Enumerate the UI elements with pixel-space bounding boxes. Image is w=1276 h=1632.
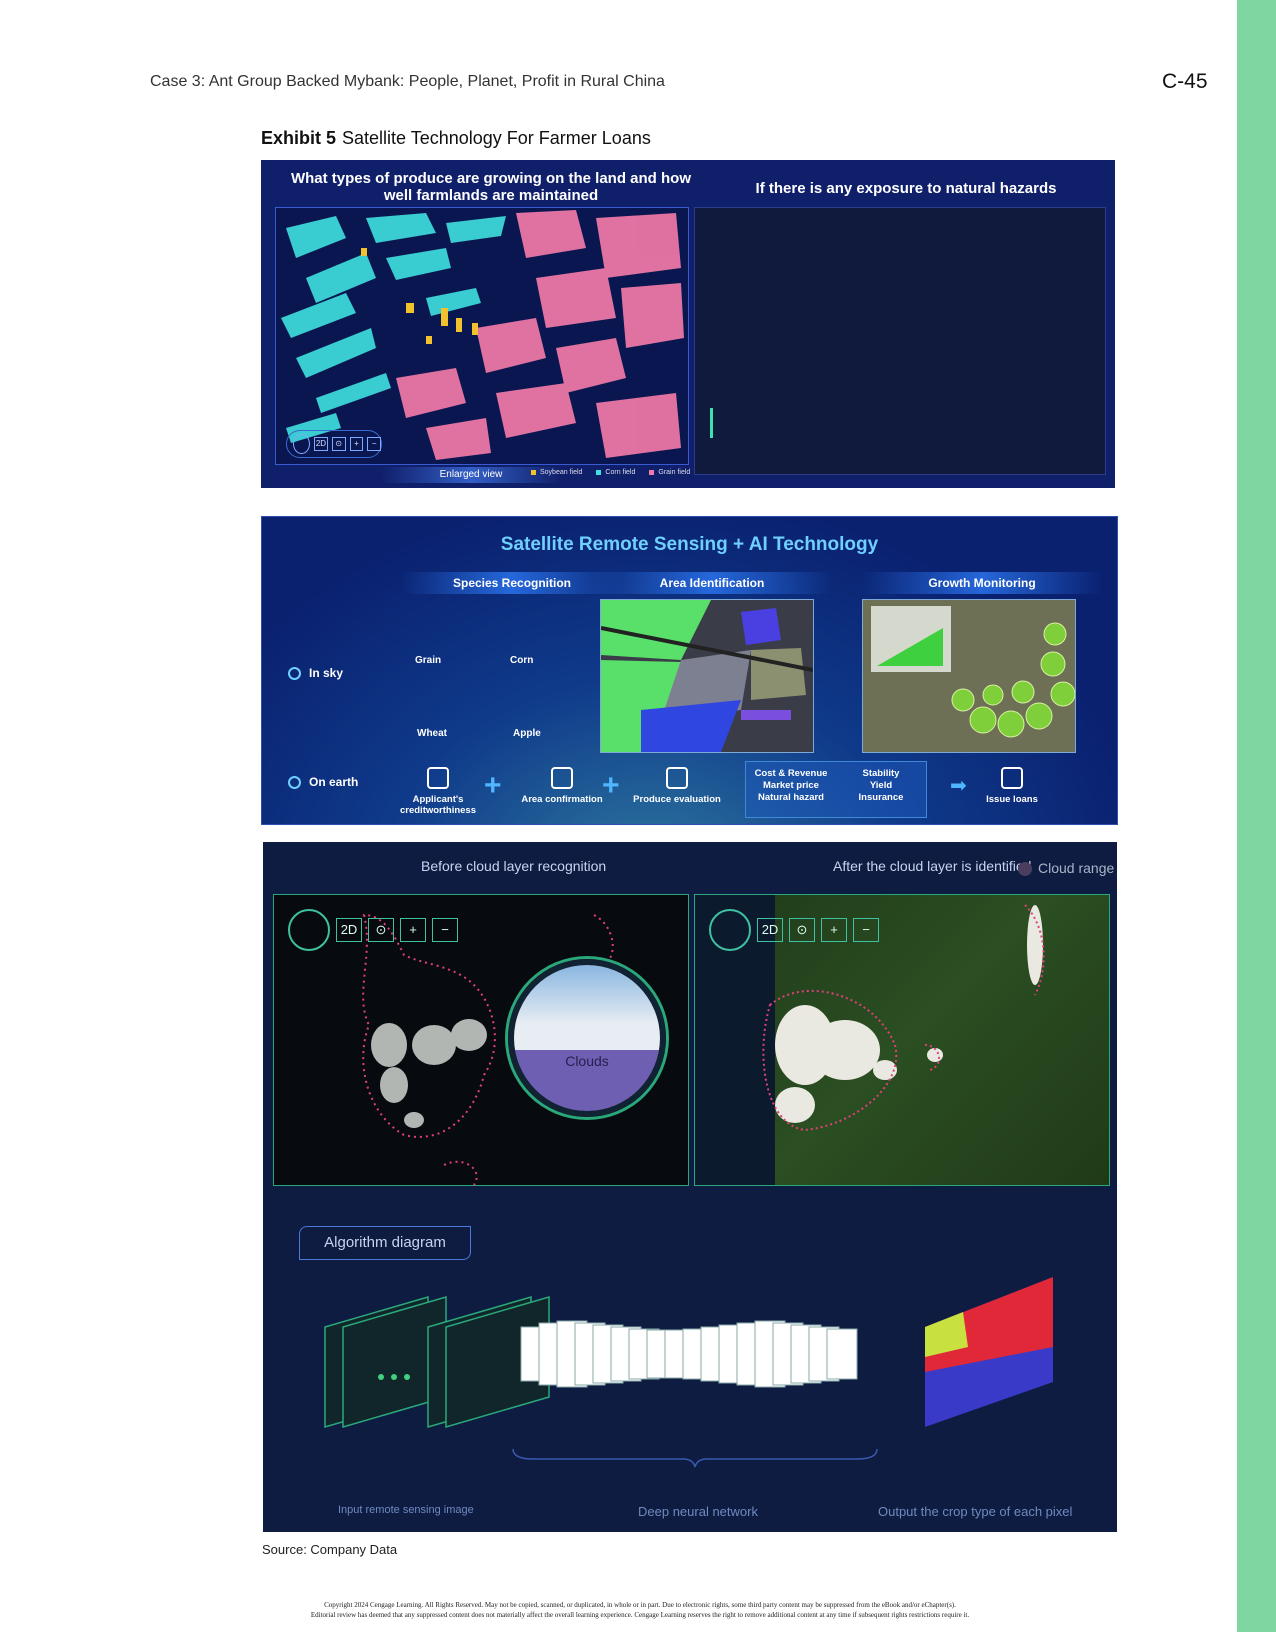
hazard-view-marker (710, 408, 713, 438)
clouds-photo (514, 965, 660, 1050)
step-creditworthiness: Applicant's creditworthiness (390, 767, 486, 816)
map-controls[interactable]: 2D ⊙ + − (288, 909, 458, 951)
row-in-sky: In sky (288, 666, 343, 681)
crop-map-panel: What types of produce are growing on the… (261, 160, 1115, 488)
exhibit-title: Exhibit 5 Satellite Technology For Farmer… (261, 128, 651, 149)
copyright-line-2: Editorial review has deemed that any sup… (310, 1611, 970, 1619)
location-pin-icon (288, 776, 301, 790)
exhibit-caption: Satellite Technology For Farmer Loans (342, 128, 651, 148)
cloud-range-legend: Cloud range (1018, 860, 1114, 877)
compass-icon[interactable] (288, 909, 330, 951)
compass-icon[interactable] (293, 434, 311, 454)
remote-sensing-panel: Satellite Remote Sensing + AI Technology… (261, 516, 1118, 825)
location-pin-icon (288, 667, 301, 681)
neural-network-diagram (324, 1277, 1053, 1468)
map-zoom-out-button[interactable]: − (853, 918, 879, 942)
output-label: Output the crop type of each pixel (878, 1504, 1073, 1519)
map-controls[interactable]: 2D ⊙ + − (709, 909, 879, 951)
map-2d-button[interactable]: 2D (314, 437, 328, 451)
crop-legend: Soybean field Corn field Grain field (531, 469, 690, 476)
cost-factors: Cost & Revenue Market price Natural hazard (754, 768, 828, 803)
exhibit-label: Exhibit 5 (261, 128, 337, 148)
before-caption: Before cloud layer recognition (421, 858, 607, 874)
page-edge-bar (1237, 0, 1276, 1632)
row-on-earth: On earth (288, 775, 358, 790)
map-zoom-in-button[interactable]: + (400, 918, 426, 942)
after-view: 2D ⊙ + − (694, 894, 1110, 1186)
area-identification-graphic (601, 600, 813, 752)
crop-field-map: 2D ⊙ + − (275, 207, 689, 465)
deep-network-label: Deep neural network (638, 1504, 758, 1519)
growth-monitoring-graphic (863, 600, 1075, 752)
column-growth-monitoring: Growth Monitoring (862, 572, 1102, 594)
hazard-view (694, 207, 1106, 475)
step-issue-loans: Issue loans (962, 767, 1062, 805)
crop-field-map-graphic (281, 210, 684, 460)
column-species-recognition: Species Recognition (402, 572, 622, 594)
area-identification-image (600, 599, 814, 753)
clouds-label: Clouds (565, 1053, 609, 1069)
map-zoom-in-button[interactable]: + (821, 918, 847, 942)
before-view: 2D ⊙ + − Clouds (273, 894, 689, 1186)
step-area-confirmation: Area confirmation (512, 767, 612, 805)
cloud-recognition-panel: Before cloud layer recognition After the… (263, 842, 1117, 1532)
copyright-line-1: Copyright 2024 Cengage Learning. All Rig… (324, 1601, 956, 1609)
crop-label-grain: Grain (415, 655, 442, 666)
map-controls[interactable]: 2D ⊙ + − (286, 430, 382, 458)
map-locate-button[interactable]: ⊙ (368, 918, 394, 942)
right-panel-title: If there is any exposure to natural haza… (755, 180, 1057, 197)
crop-label-wheat: Wheat (417, 728, 447, 739)
after-caption: After the cloud layer is identified (833, 858, 1032, 874)
legend-item-corn: Corn field (596, 469, 635, 476)
map-2d-button[interactable]: 2D (757, 918, 783, 942)
money-bag-icon (1001, 767, 1023, 789)
evaluation-factors-box: Cost & Revenue Market price Natural hazard… (745, 761, 927, 818)
risk-factors: Stability Yield Insurance (858, 768, 904, 803)
step-produce-evaluation: Produce evaluation (622, 767, 732, 805)
input-image-label: Input remote sensing image (338, 1504, 474, 1516)
map-pin-icon (551, 767, 573, 789)
plus-icon: + (602, 769, 620, 802)
map-zoom-out-button[interactable]: − (432, 918, 458, 942)
clouds-zoom-bubble: Clouds (508, 959, 666, 1117)
algorithm-diagram-label: Algorithm diagram (299, 1226, 471, 1260)
running-head: Case 3: Ant Group Backed Mybank: People,… (150, 73, 665, 90)
legend-item-grain: Grain field (649, 469, 690, 476)
legend-item-soybean: Soybean field (531, 469, 582, 476)
left-panel-title: What types of produce are growing on the… (290, 170, 691, 204)
compass-icon[interactable] (709, 909, 751, 951)
map-zoom-in-button[interactable]: + (349, 437, 364, 451)
copyright-notice: Copyright 2024 Cengage Learning. All Rig… (240, 1600, 1040, 1620)
person-icon (427, 767, 449, 789)
page-number: C-45 (1162, 70, 1208, 93)
growth-monitoring-image (862, 599, 1076, 753)
remote-sensing-title: Satellite Remote Sensing + AI Technology (500, 534, 879, 555)
map-zoom-out-button[interactable]: − (367, 437, 382, 451)
map-locate-button[interactable]: ⊙ (789, 918, 815, 942)
map-2d-button[interactable]: 2D (336, 918, 362, 942)
crop-label-corn: Corn (510, 655, 534, 666)
source-note: Source: Company Data (262, 1542, 398, 1557)
plus-icon: + (484, 769, 502, 802)
map-locate-button[interactable]: ⊙ (331, 437, 346, 451)
column-area-identification: Area Identification (592, 572, 832, 594)
document-icon (666, 767, 688, 789)
cloud-range-swatch (1018, 862, 1032, 877)
crop-label-apple: Apple (513, 728, 541, 739)
